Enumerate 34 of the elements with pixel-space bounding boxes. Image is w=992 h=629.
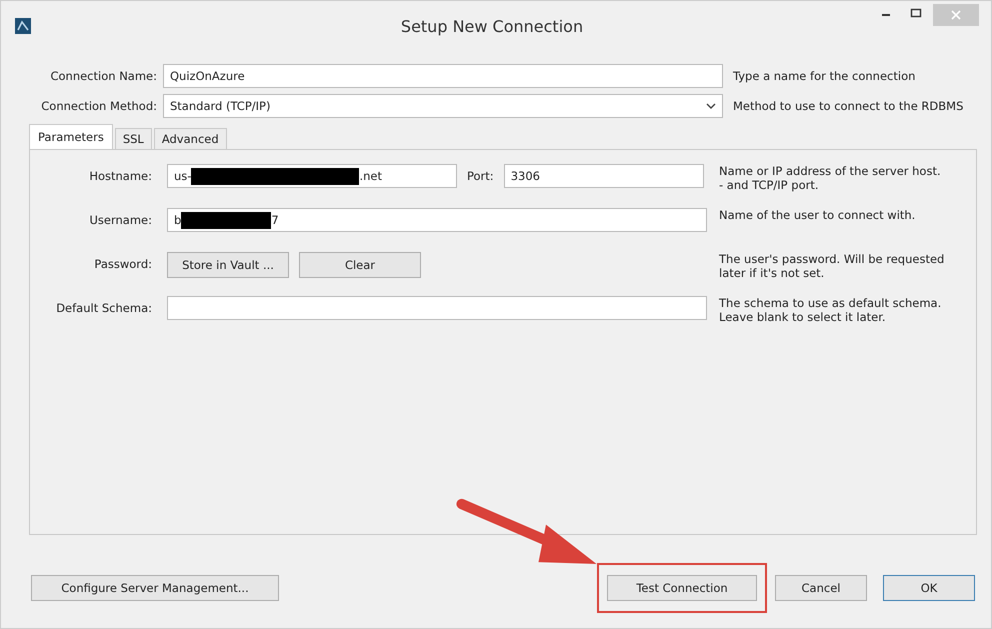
field-label: Connection Method: (40, 99, 158, 113)
field-hint: - and TCP/IP port. (719, 178, 820, 192)
input-field[interactable] (167, 296, 707, 320)
chevron-icon (706, 103, 716, 109)
field-label: Hostname: (88, 168, 153, 183)
dialog-button[interactable]: Cancel (775, 575, 867, 601)
tab[interactable]: SSL (114, 128, 152, 149)
field-hint: The schema to use as default schema. (719, 296, 942, 310)
field-hint: The user's password. Will be requested (719, 252, 944, 266)
app-icon (15, 18, 31, 34)
field-hint: Leave blank to select it later. (719, 310, 887, 324)
dialog-button[interactable]: Test Connection (607, 575, 757, 601)
field-hint: Method to use to connect to the RDBMS (733, 99, 964, 113)
dialog-button[interactable]: OK (883, 575, 975, 601)
tab[interactable]: Parameters (29, 124, 113, 149)
field-label: Port: (467, 168, 494, 185)
input-field[interactable]: us- .net (167, 164, 457, 188)
window-title: Setup New Connection (400, 16, 584, 36)
field-hint: Name of the user to connect with. (719, 208, 916, 222)
field-hint: Type a name for the connection (733, 69, 916, 83)
field-label: Connection Name: (49, 69, 158, 83)
field-label: Default Schema: (55, 300, 153, 315)
configure-button[interactable]: Configure Server Management... (31, 575, 279, 601)
password-button[interactable]: Store in Vault ... (167, 252, 289, 278)
input-field[interactable]: b 7 (167, 208, 707, 232)
field-hint: later if it's not set. (719, 266, 826, 280)
field-label: Password: (93, 256, 153, 271)
password-button[interactable]: Clear (299, 252, 421, 278)
tab[interactable]: Advanced (154, 128, 227, 149)
input-field[interactable]: QuizOnAzure (163, 64, 723, 88)
field-label: Username: (88, 212, 153, 227)
input-field[interactable]: 3306 (504, 164, 704, 188)
field-hint: Name or IP address of the server host. (719, 164, 941, 178)
method-dropdown[interactable]: Standard (TCP/IP) (163, 94, 723, 118)
